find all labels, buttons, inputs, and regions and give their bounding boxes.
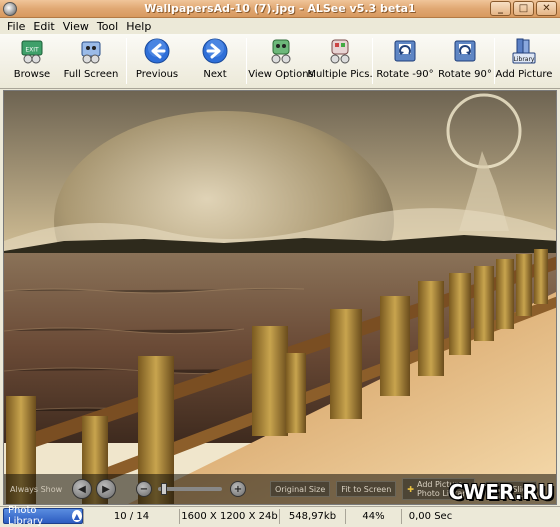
menu-bar: File Edit View Tool Help xyxy=(0,18,560,34)
full-screen-button[interactable]: Full Screen xyxy=(64,38,118,86)
image-viewport[interactable]: Always Show ◀ ▶ − + Original Size Fit to… xyxy=(3,90,557,505)
chevron-up-icon: ▲ xyxy=(71,510,82,522)
next-label: Next xyxy=(203,69,227,80)
toolbar-separator xyxy=(246,38,247,84)
rotate-right-label: Rotate 90° xyxy=(438,69,492,80)
full-screen-icon xyxy=(78,38,104,64)
zoom-in-button[interactable]: + xyxy=(230,481,246,497)
toolbar: EXIT Browse Full Screen Previous Next Vi… xyxy=(0,34,560,89)
photo-library-label: Photo Library xyxy=(8,505,43,527)
multiple-pics-icon xyxy=(327,38,353,64)
image-index: 10 / 14 xyxy=(83,508,179,524)
status-bar: Photo Library ▲ 10 / 14 1600 X 1200 X 24… xyxy=(0,505,560,527)
browse-label: Browse xyxy=(13,69,51,80)
browse-icon: EXIT xyxy=(19,38,45,64)
original-size-button[interactable]: Original Size xyxy=(270,481,331,497)
photo-library-button[interactable]: Photo Library ▲ xyxy=(3,505,83,527)
file-size: 548,97kb xyxy=(279,508,345,524)
arrow-left-icon xyxy=(144,38,170,64)
view-options-icon xyxy=(268,38,294,64)
overlay-right-arrow-icon: ▶ xyxy=(102,483,110,495)
watermark-logo: CWER.RU xyxy=(448,480,554,504)
add-picture-button[interactable]: Library Add Picture xyxy=(496,38,552,86)
multiple-pics-button[interactable]: Multiple Pics. xyxy=(307,38,373,86)
fit-to-screen-button[interactable]: Fit to Screen xyxy=(336,481,397,497)
view-options-button[interactable]: View Options xyxy=(248,38,314,86)
full-screen-label: Full Screen xyxy=(63,69,119,80)
next-button[interactable]: Next xyxy=(198,38,232,86)
title-bar[interactable]: WallpapersAd-10 (7).jpg - ALSee v5.3 bet… xyxy=(0,0,560,18)
menu-file[interactable]: File xyxy=(3,20,29,33)
previous-button[interactable]: Previous xyxy=(135,38,179,86)
minus-icon: − xyxy=(139,483,149,495)
arrow-right-icon xyxy=(202,38,228,64)
overlay-previous-button[interactable]: ◀ xyxy=(72,479,92,499)
wallpaper-image xyxy=(4,91,556,504)
plus-icon: + xyxy=(233,483,243,495)
rotate-left-icon xyxy=(392,38,418,64)
image-dimensions: 1600 X 1200 X 24b xyxy=(179,508,279,524)
rotate-left-button[interactable]: Rotate -90° xyxy=(376,38,434,86)
rotate-right-icon xyxy=(452,38,478,64)
previous-label: Previous xyxy=(135,69,179,80)
app-icon[interactable] xyxy=(3,1,17,16)
overlay-left-arrow-icon: ◀ xyxy=(78,483,86,495)
toolbar-separator xyxy=(126,38,127,84)
library-icon: Library xyxy=(511,38,537,64)
rotate-left-label: Rotate -90° xyxy=(376,69,434,80)
window-title: WallpapersAd-10 (7).jpg - ALSee v5.3 bet… xyxy=(144,2,416,15)
zoom-slider[interactable] xyxy=(158,483,222,495)
close-button[interactable]: ✕ xyxy=(536,1,557,16)
exit-icon-text: EXIT xyxy=(25,47,39,54)
always-show-toggle[interactable]: Always Show xyxy=(10,485,62,494)
view-options-label: View Options xyxy=(248,69,314,80)
library-icon-text: Library xyxy=(514,56,535,63)
window-controls: _ □ ✕ xyxy=(490,1,557,16)
maximize-button[interactable]: □ xyxy=(513,1,534,16)
menu-edit[interactable]: Edit xyxy=(29,20,58,33)
zoom-slider-thumb[interactable] xyxy=(161,483,167,495)
menu-view[interactable]: View xyxy=(59,20,93,33)
multiple-pics-label: Multiple Pics. xyxy=(307,69,373,80)
zoom-level: 44% xyxy=(345,508,401,524)
menu-tool[interactable]: Tool xyxy=(93,20,122,33)
load-time: 0,00 Sec xyxy=(401,508,459,524)
zoom-out-button[interactable]: − xyxy=(136,481,152,497)
toolbar-separator xyxy=(372,38,373,84)
add-star-icon: ✚ xyxy=(407,484,414,494)
minimize-button[interactable]: _ xyxy=(490,1,511,16)
add-picture-label: Add Picture xyxy=(495,69,553,80)
overlay-next-button[interactable]: ▶ xyxy=(96,479,116,499)
menu-help[interactable]: Help xyxy=(122,20,155,33)
rotate-right-button[interactable]: Rotate 90° xyxy=(438,38,492,86)
browse-button[interactable]: EXIT Browse xyxy=(14,38,50,86)
